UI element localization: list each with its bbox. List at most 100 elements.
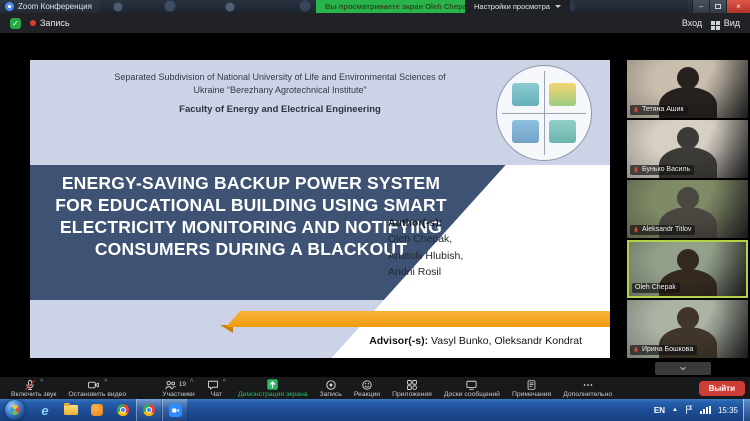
muted-mic-icon <box>634 227 638 233</box>
authors-label: Author(-s): <box>388 217 443 229</box>
participant-name: Aleksandr Titlov <box>642 225 692 233</box>
toolbar-item-notes[interactable]: Примечания <box>506 377 557 399</box>
windows-taskbar: e EN ▲ 15:35 <box>0 399 750 421</box>
orange-ribbon <box>226 311 610 327</box>
participant-tile[interactable]: Oleh Chepak <box>627 240 748 298</box>
participant-nametag: Aleksandr Titlov <box>630 224 696 235</box>
entry-button[interactable]: Вход <box>682 18 702 28</box>
participant-tile[interactable]: Ирина Бошкова <box>627 300 748 358</box>
window-titlebar[interactable]: Zoom Конференция Вы просматриваете экран… <box>0 0 750 13</box>
toolbar-item-more[interactable]: Дополнительно <box>557 377 618 399</box>
participant-nametag: Бунько Василь <box>630 164 695 175</box>
camera-icon <box>87 379 100 391</box>
participants-sidebar: Тетяна Ашик Бунько Василь Aleksandr Titl… <box>627 60 748 375</box>
author-name: Anatolii Hlubish, <box>388 249 464 262</box>
chat-icon <box>207 379 219 391</box>
expand-chevron[interactable]: ^ <box>104 379 107 386</box>
view-settings-button[interactable]: Настройки просмотра <box>465 0 570 13</box>
expand-chevron[interactable]: ^ <box>223 379 226 386</box>
record-dot-icon <box>30 20 36 26</box>
grid-view-icon <box>711 21 715 25</box>
network-signal-icon[interactable] <box>699 406 711 414</box>
participants-icon <box>164 379 177 391</box>
toolbar-item-reactions[interactable]: Реакции <box>348 377 386 399</box>
toolbar-item-label: Демонстрация экрана <box>238 390 308 398</box>
zoom-taskbar-icon[interactable] <box>162 399 188 421</box>
shared-screen-area: Separated Subdivision of National Univer… <box>0 33 750 377</box>
author-name: Andrii Rosil <box>388 265 442 278</box>
language-indicator[interactable]: EN <box>654 406 665 415</box>
toolbar-item-participants[interactable]: 19 ^ Участники <box>156 377 200 399</box>
meeting-info-bar: ✓ Запись Вход Вид <box>0 13 750 33</box>
muted-mic-icon <box>634 347 638 353</box>
participant-name: Oleh Chepak <box>635 283 676 291</box>
action-center-flag-icon[interactable] <box>685 405 693 415</box>
view-button[interactable]: Вид <box>711 18 740 28</box>
participant-tile[interactable]: Aleksandr Titlov <box>627 180 748 238</box>
orange-app-icon[interactable] <box>84 399 110 421</box>
participant-name: Тетяна Ашик <box>642 105 684 113</box>
author-name: Oleh Chepak, <box>388 233 453 246</box>
advisors-names: Vasyl Bunko, Oleksandr Kondrat <box>431 335 582 347</box>
toolbar-item-label: Реакции <box>353 390 381 398</box>
leave-button[interactable]: Выйти <box>698 380 745 396</box>
participant-name: Ирина Бошкова <box>642 345 694 353</box>
maximize-button[interactable] <box>709 0 726 13</box>
toolbar-item-whiteboard[interactable]: Доски сообщений <box>438 377 506 399</box>
tray-expand-icon[interactable]: ▲ <box>672 407 678 413</box>
window-title: Zoom Конференция <box>18 2 92 11</box>
toolbar-item-apps[interactable]: Приложения <box>386 377 438 399</box>
share-banner: Вы просматриваете экран Oleh Chepak <box>316 0 480 13</box>
collapse-videos-button[interactable] <box>655 362 711 375</box>
toolbar-item-label: Примечания <box>511 390 552 398</box>
clock[interactable]: 15:35 <box>718 406 738 415</box>
zoom-app-icon <box>5 2 14 11</box>
view-settings-label: Настройки просмотра <box>474 2 550 11</box>
participant-tile[interactable]: Бунько Василь <box>627 120 748 178</box>
zoom-app-window: Zoom Конференция Вы просматриваете экран… <box>0 0 750 421</box>
faculty-name: Faculty of Energy and Electrical Enginee… <box>179 104 381 115</box>
slide-title-band: ENERGY-SAVING BACKUP POWER SYSTEM FOR ED… <box>30 165 610 300</box>
close-button[interactable]: × <box>726 0 750 13</box>
window-controls: – × <box>692 0 750 13</box>
chrome-icon[interactable] <box>110 399 136 421</box>
expand-chevron[interactable]: ^ <box>40 379 43 386</box>
participant-nametag: Oleh Chepak <box>632 282 680 293</box>
recording-indicator: Запись <box>30 18 70 28</box>
toolbar-item-mic-muted[interactable]: ^ Включить звук <box>5 377 62 399</box>
toolbar-item-chat[interactable]: ^ Чат <box>201 377 232 399</box>
start-button[interactable] <box>5 400 25 420</box>
view-label: Вид <box>723 18 740 28</box>
taskbar-icons: e <box>32 399 188 421</box>
participant-nametag: Тетяна Ашик <box>630 104 688 115</box>
slide-header: Separated Subdivision of National Univer… <box>30 60 610 165</box>
university-logo <box>496 65 592 161</box>
whiteboard-icon <box>465 379 478 391</box>
mic-muted-icon <box>24 379 36 391</box>
participants-count: 19 <box>178 381 186 389</box>
minimize-button[interactable]: – <box>692 0 709 13</box>
toolbar-item-label: Чат <box>210 390 223 398</box>
expand-chevron[interactable]: ^ <box>190 379 193 386</box>
chevron-down-icon <box>554 5 561 8</box>
toolbar-item-record[interactable]: Запись <box>314 377 348 399</box>
participant-tile[interactable]: Тетяна Ашик <box>627 60 748 118</box>
participant-list: Тетяна Ашик Бунько Василь Aleksandr Titl… <box>627 60 748 358</box>
participant-nametag: Ирина Бошкова <box>630 344 698 355</box>
system-tray: EN ▲ 15:35 <box>654 399 743 421</box>
chrome-open-icon[interactable] <box>136 399 162 421</box>
show-desktop-button[interactable] <box>743 399 750 421</box>
internet-explorer-icon[interactable]: e <box>32 399 58 421</box>
windows-flag-icon <box>7 402 23 418</box>
file-explorer-icon[interactable] <box>58 399 84 421</box>
toolbar-item-label: Участники <box>162 390 195 398</box>
toolbar-item-share-screen[interactable]: Демонстрация экрана <box>232 377 313 399</box>
advisors-label: Advisor(-s): <box>369 335 429 347</box>
toolbar-item-label: Включить звук <box>11 390 57 398</box>
toolbar-item-label: Дополнительно <box>563 390 613 398</box>
toolbar-item-camera[interactable]: ^ Остановить видео <box>62 377 132 399</box>
recording-label: Запись <box>40 18 70 28</box>
encryption-shield-icon[interactable]: ✓ <box>10 17 21 29</box>
chevron-down-icon <box>680 366 686 371</box>
record-icon <box>325 379 337 391</box>
